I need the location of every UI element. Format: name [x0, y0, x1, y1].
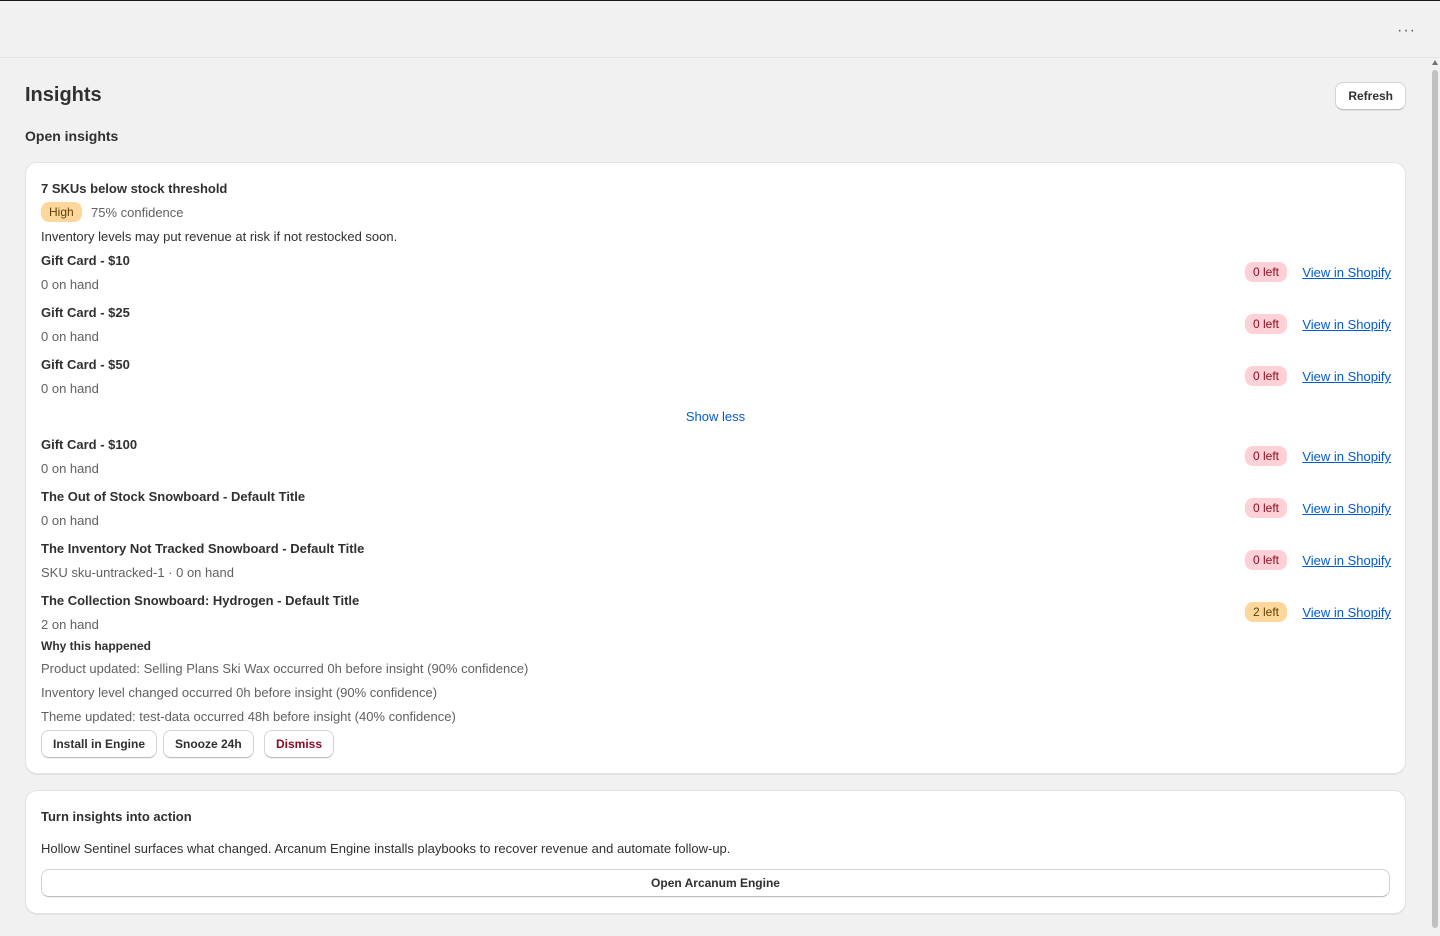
severity-badge: High: [41, 202, 82, 222]
refresh-button[interactable]: Refresh: [1335, 82, 1406, 110]
install-in-engine-button[interactable]: Install in Engine: [41, 730, 158, 758]
list-item: The Inventory Not Tracked Snowboard - De…: [41, 541, 1391, 585]
scrollbar[interactable]: [1430, 58, 1440, 936]
item-title: Gift Card - $10: [41, 253, 130, 268]
item-title: The Inventory Not Tracked Snowboard - De…: [41, 541, 365, 556]
stock-badge: 0 left: [1244, 366, 1287, 386]
view-in-shopify-link[interactable]: View in Shopify: [1302, 605, 1391, 620]
stock-badge: 2 left: [1244, 602, 1287, 622]
insight-description: Inventory levels may put revenue at risk…: [41, 229, 398, 244]
list-item: The Out of Stock Snowboard - Default Tit…: [41, 489, 1391, 533]
view-in-shopify-link[interactable]: View in Shopify: [1302, 317, 1391, 332]
reason-text: Inventory level changed occurred 0h befo…: [41, 685, 438, 700]
insight-card: 7 SKUs below stock threshold High 75% co…: [25, 162, 1406, 774]
dismiss-button[interactable]: Dismiss: [264, 730, 335, 758]
item-subtitle: 0 on hand: [41, 277, 99, 292]
promo-body: Hollow Sentinel surfaces what changed. A…: [41, 841, 731, 856]
item-subtitle: SKU sku-untracked-1 · 0 on hand: [41, 565, 234, 580]
stock-badge: 0 left: [1244, 262, 1287, 282]
item-subtitle: 0 on hand: [41, 329, 99, 344]
confidence-text: 75% confidence: [91, 205, 184, 220]
list-item: The Collection Snowboard: Hydrogen - Def…: [41, 593, 1391, 637]
stock-badge: 0 left: [1244, 314, 1287, 334]
view-in-shopify-link[interactable]: View in Shopify: [1302, 449, 1391, 464]
page-title: Insights: [25, 84, 102, 106]
view-in-shopify-link[interactable]: View in Shopify: [1302, 369, 1391, 384]
item-title: The Out of Stock Snowboard - Default Tit…: [41, 489, 306, 504]
top-bar: ···: [0, 0, 1440, 58]
list-item: Gift Card - $50 0 on hand 0 left View in…: [41, 357, 1391, 401]
scroll-up-arrow-icon[interactable]: [1432, 60, 1438, 65]
list-item: Gift Card - $25 0 on hand 0 left View in…: [41, 305, 1391, 349]
snooze-button[interactable]: Snooze 24h: [163, 730, 254, 758]
insight-title: 7 SKUs below stock threshold: [41, 181, 228, 196]
promo-title: Turn insights into action: [41, 809, 192, 824]
reason-text: Product updated: Selling Plans Ski Wax o…: [41, 661, 529, 676]
stock-badge: 0 left: [1244, 498, 1287, 518]
item-title: Gift Card - $25: [41, 305, 130, 320]
list-item: Gift Card - $10 0 on hand 0 left View in…: [41, 253, 1391, 297]
show-less-button[interactable]: Show less: [686, 409, 745, 424]
list-item: Gift Card - $100 0 on hand 0 left View i…: [41, 437, 1391, 481]
item-subtitle: 2 on hand: [41, 617, 99, 632]
why-title: Why this happened: [41, 639, 152, 653]
stock-badge: 0 left: [1244, 446, 1287, 466]
promo-card: Turn insights into action Hollow Sentine…: [25, 790, 1406, 914]
section-title: Open insights: [25, 128, 119, 144]
item-title: Gift Card - $50: [41, 357, 130, 372]
show-less-row: Show less: [26, 409, 1405, 424]
item-title: Gift Card - $100: [41, 437, 138, 452]
view-in-shopify-link[interactable]: View in Shopify: [1302, 553, 1391, 568]
open-arcanum-engine-button[interactable]: Open Arcanum Engine: [41, 869, 1390, 897]
view-in-shopify-link[interactable]: View in Shopify: [1302, 501, 1391, 516]
item-subtitle: 0 on hand: [41, 461, 99, 476]
item-subtitle: 0 on hand: [41, 513, 99, 528]
stock-badge: 0 left: [1244, 550, 1287, 570]
view-in-shopify-link[interactable]: View in Shopify: [1302, 265, 1391, 280]
more-horizontal-icon[interactable]: ···: [1397, 23, 1416, 39]
item-subtitle: 0 on hand: [41, 381, 99, 396]
scrollbar-thumb[interactable]: [1432, 70, 1438, 928]
item-title: The Collection Snowboard: Hydrogen - Def…: [41, 593, 360, 608]
reason-text: Theme updated: test-data occurred 48h be…: [41, 709, 456, 724]
